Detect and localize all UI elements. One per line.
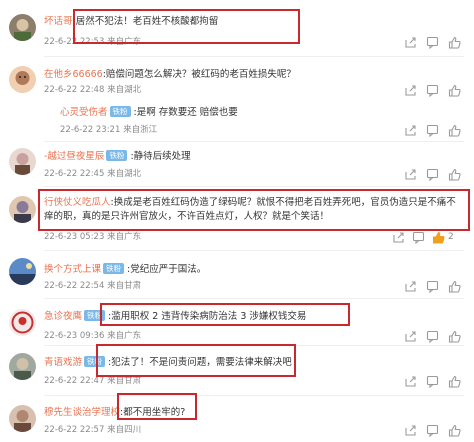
share-icon[interactable] [404,424,417,437]
comment-actions [404,36,464,50]
comment-icon[interactable] [426,84,439,97]
username[interactable]: 穆先生谈治学理校 [44,407,120,418]
comment-actions [404,84,464,98]
username[interactable]: 坏话哥 [44,16,73,27]
comment-meta: 22-6-22 22:45 来自湖北 [44,169,142,179]
comment-icon[interactable] [426,280,439,293]
share-icon[interactable] [404,330,417,343]
comment-actions [404,330,464,344]
comment-icon[interactable] [426,330,439,343]
avatar[interactable] [9,353,36,380]
avatar[interactable] [9,148,36,175]
reply-meta: 22-6-22 23:21 来自浙江 [60,125,158,135]
username[interactable]: 在他乡66666 [44,69,103,80]
share-icon[interactable] [404,280,417,293]
comment-actions [404,124,464,138]
highlight-box [100,303,350,326]
like-count: 2 [448,232,454,242]
highlight-box [96,344,296,377]
comment-meta: 22-6-23 05:23 来自广东 [44,232,142,242]
comment-meta: 22-6-23 09:36 来自广东 [44,331,142,341]
comment-actions [404,375,464,389]
username[interactable]: -越过昼夜星辰 [44,151,104,162]
like-icon[interactable] [448,124,461,137]
comment-meta: 22-6-22 22:54 来自甘肃 [44,281,142,291]
reply-text: :是啊 存数要还 赔偿也要 [133,107,238,118]
highlight-box [38,189,470,231]
comment-line: -越过昼夜星辰 铁粉:静待后续处理 [44,150,414,163]
like-icon[interactable] [432,231,445,244]
username[interactable]: 青语戏游 [44,357,82,368]
like-icon[interactable] [448,424,461,437]
comment-icon[interactable] [426,36,439,49]
reply-line: 心灵受伤者 铁粉:是啊 存数要还 赔偿也要 [60,106,238,119]
comment-line: 在他乡66666:赔偿问题怎么解决？被红码的老百姓损失呢？ [44,68,414,81]
like-icon[interactable] [448,330,461,343]
share-icon[interactable] [404,124,417,137]
share-icon[interactable] [404,375,417,388]
like-icon[interactable] [448,84,461,97]
comment-meta: 22-6-22 22:48 来自湖北 [44,85,142,95]
divider [44,186,464,187]
fan-badge: 铁粉 [106,150,128,161]
share-icon[interactable] [404,168,417,181]
divider [44,395,464,396]
share-icon[interactable] [404,84,417,97]
avatar[interactable] [9,196,36,223]
username[interactable]: 换个方式上课 [44,264,101,275]
share-icon[interactable] [392,231,405,244]
comment-line: 穆先生谈治学理校:都不用坐牢的? [44,406,414,419]
like-icon[interactable] [448,168,461,181]
like-icon[interactable] [448,375,461,388]
fan-badge: 铁粉 [109,106,131,117]
comment-actions [404,424,464,438]
comment-icon[interactable] [426,375,439,388]
username[interactable]: 急诊夜鹰 [44,311,82,322]
share-icon[interactable] [404,36,417,49]
avatar[interactable] [9,309,36,336]
highlight-box [117,393,197,420]
comment-line: 换个方式上课 铁粉:党纪应严于国法。 [44,263,414,276]
comment-icon[interactable] [426,124,439,137]
divider [44,56,464,57]
comment-text: :赔偿问题怎么解决？被红码的老百姓损失呢？ [102,69,296,80]
like-icon[interactable] [448,36,461,49]
avatar[interactable] [9,405,36,432]
comment-actions [404,280,464,294]
reply-username[interactable]: 心灵受伤者 [60,107,108,118]
avatar[interactable] [9,14,36,41]
avatar[interactable] [9,66,36,93]
divider [44,298,464,299]
comment-text: :党纪应严于国法。 [127,264,207,275]
comment-meta: 22-6-22 22:57 来自四川 [44,425,142,435]
comment-actions [404,168,464,182]
comment-icon[interactable] [426,424,439,437]
like-icon[interactable] [448,280,461,293]
comment-icon[interactable] [426,168,439,181]
comment-icon[interactable] [412,231,425,244]
avatar[interactable] [9,258,36,285]
divider [44,141,464,142]
divider [44,250,464,251]
fan-badge: 铁粉 [103,263,125,274]
comment-text: :静待后续处理 [130,151,191,162]
highlight-box [73,9,300,44]
comment-actions: 2 [392,231,464,245]
